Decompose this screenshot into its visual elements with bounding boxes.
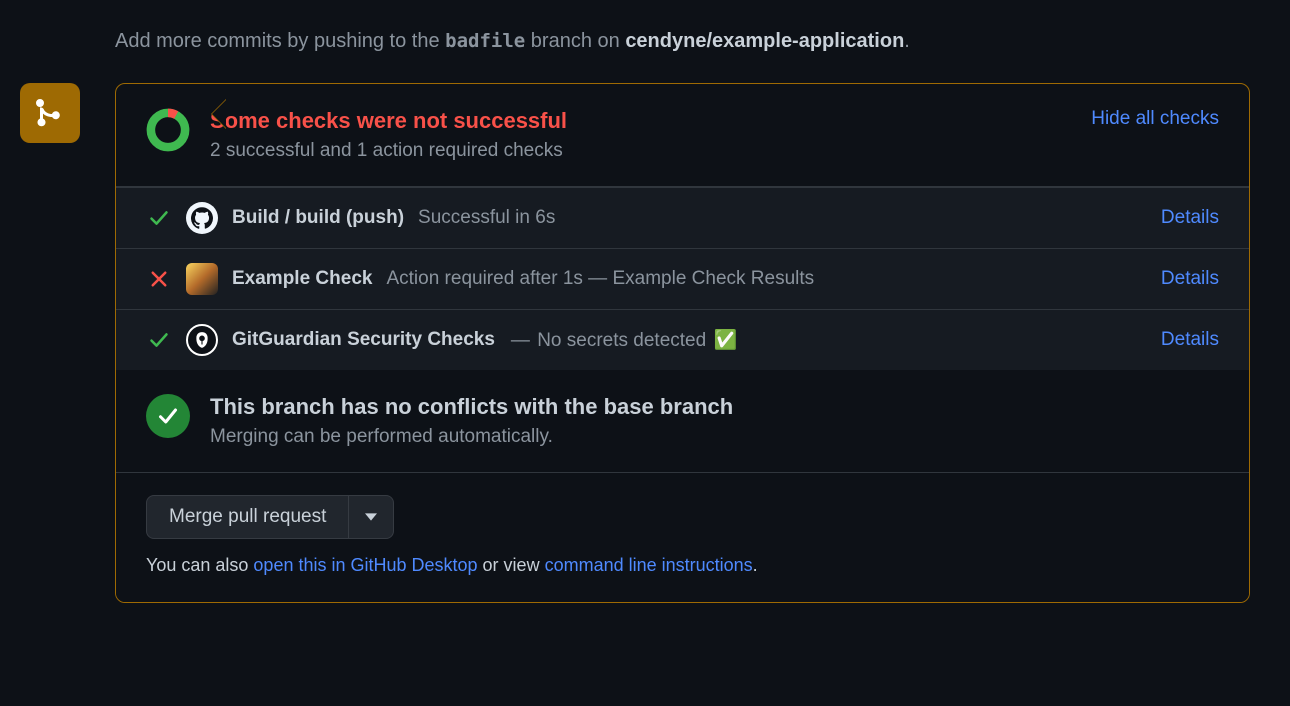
git-merge-icon <box>34 97 66 129</box>
check-fail-icon <box>146 269 172 289</box>
merge-footer: Merge pull request You can also open thi… <box>116 472 1249 602</box>
check-meta: Action required after 1s — Example Check… <box>386 268 1144 290</box>
check-details-link[interactable]: Details <box>1161 207 1219 229</box>
merge-options-dropdown[interactable] <box>349 495 394 539</box>
checks-summary-subtitle: 2 successful and 1 action required check… <box>210 140 1075 162</box>
merge-pull-request-button[interactable]: Merge pull request <box>146 495 349 539</box>
check-success-icon <box>146 208 172 228</box>
toggle-checks-link[interactable]: Hide all checks <box>1091 108 1219 130</box>
checks-list: Build / build (push) Successful in 6s De… <box>116 186 1249 370</box>
check-details-link[interactable]: Details <box>1161 329 1219 351</box>
check-details-link[interactable]: Details <box>1161 268 1219 290</box>
check-meta: Successful in 6s <box>418 207 1145 229</box>
conflict-title: This branch has no conflicts with the ba… <box>210 394 1219 420</box>
timeline-merge-badge <box>20 83 80 143</box>
conflict-subtitle: Merging can be performed automatically. <box>210 426 1219 448</box>
check-name: GitGuardian Security Checks <box>232 329 495 351</box>
check-name: Example Check <box>232 268 372 290</box>
push-hint-suffix: . <box>904 30 910 52</box>
github-avatar-icon <box>186 202 218 234</box>
open-desktop-link[interactable]: open this in GitHub Desktop <box>253 555 477 575</box>
merge-footer-hint: You can also open this in GitHub Desktop… <box>146 555 1219 576</box>
branch-name: badfile <box>445 30 525 52</box>
check-success-icon <box>146 330 172 350</box>
push-hint-mid: branch on <box>525 30 625 52</box>
repo-name: cendyne/example-application <box>625 30 904 52</box>
check-name: Build / build (push) <box>232 207 404 229</box>
check-row: Example Check Action required after 1s —… <box>116 248 1249 309</box>
check-row: Build / build (push) Successful in 6s De… <box>116 187 1249 248</box>
push-hint: Add more commits by pushing to the badfi… <box>115 30 1260 53</box>
check-row: GitGuardian Security Checks — No secrets… <box>116 309 1249 370</box>
success-badge-icon <box>146 394 190 438</box>
cli-instructions-link[interactable]: command line instructions <box>545 555 753 575</box>
status-donut-icon <box>146 108 190 152</box>
checks-summary-title: Some checks were not successful <box>210 108 1075 134</box>
merge-status-box: Some checks were not successful 2 succes… <box>115 83 1250 603</box>
app-avatar-icon <box>186 263 218 295</box>
push-hint-prefix: Add more commits by pushing to the <box>115 30 445 52</box>
check-meta: — No secrets detected ✅ <box>509 328 1145 352</box>
checks-summary-section: Some checks were not successful 2 succes… <box>116 84 1249 186</box>
gitguardian-avatar-icon <box>186 324 218 356</box>
merge-conflict-section: This branch has no conflicts with the ba… <box>116 370 1249 472</box>
checkmark-emoji-icon: ✅ <box>713 330 737 351</box>
caret-down-icon <box>365 511 377 523</box>
